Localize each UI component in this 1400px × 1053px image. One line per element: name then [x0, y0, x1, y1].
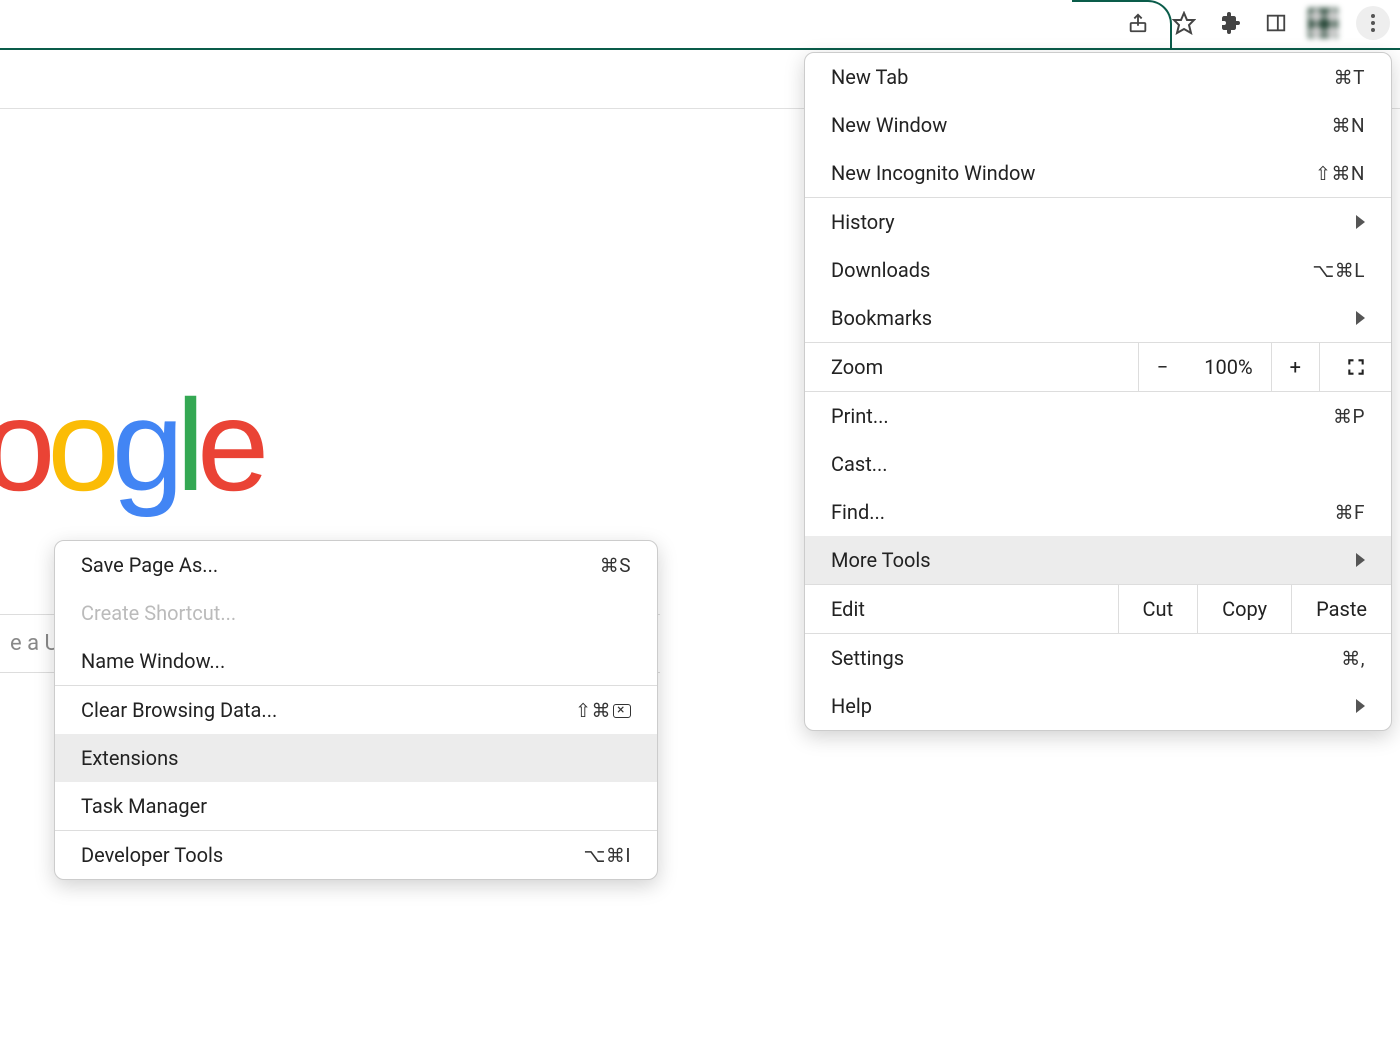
submenu-save-page[interactable]: Save Page As... ⌘S	[55, 541, 657, 589]
menu-shortcut: ⌘S	[600, 554, 631, 577]
menu-label: Bookmarks	[831, 306, 932, 330]
chevron-right-icon	[1356, 215, 1365, 229]
submenu-clear-browsing-data[interactable]: Clear Browsing Data... ⇧⌘	[55, 686, 657, 734]
submenu-developer-tools[interactable]: Developer Tools ⌥⌘I	[55, 831, 657, 879]
google-logo: Google	[0, 370, 261, 520]
menu-label: New Window	[831, 113, 947, 137]
zoom-out-button[interactable]: −	[1138, 343, 1186, 391]
menu-label: Cast...	[831, 452, 888, 476]
menu-zoom-label: Zoom	[805, 343, 1138, 391]
menu-label: Clear Browsing Data...	[81, 698, 277, 722]
edit-cut-button[interactable]: Cut	[1118, 585, 1198, 633]
menu-help[interactable]: Help	[805, 682, 1391, 730]
menu-settings[interactable]: Settings ⌘,	[805, 634, 1391, 682]
menu-shortcut: ⌘T	[1334, 66, 1365, 89]
menu-label: Create Shortcut...	[81, 601, 236, 625]
side-panel-icon[interactable]	[1262, 9, 1290, 37]
menu-edit-label: Edit	[805, 585, 1118, 633]
menu-label: Find...	[831, 500, 885, 524]
menu-print[interactable]: Print... ⌘P	[805, 392, 1391, 440]
menu-label: New Incognito Window	[831, 161, 1035, 185]
menu-shortcut: ⌘P	[1333, 405, 1365, 428]
chevron-right-icon	[1356, 699, 1365, 713]
menu-label: Help	[831, 694, 872, 718]
menu-label: Task Manager	[81, 794, 207, 818]
menu-shortcut: ⌥⌘L	[1312, 259, 1365, 282]
menu-cast[interactable]: Cast...	[805, 440, 1391, 488]
menu-label: Downloads	[831, 258, 930, 282]
menu-label: Developer Tools	[81, 843, 223, 867]
menu-more-tools[interactable]: More Tools	[805, 536, 1391, 584]
more-tools-submenu: Save Page As... ⌘S Create Shortcut... Na…	[54, 540, 658, 880]
menu-label: Save Page As...	[81, 553, 218, 577]
extensions-icon[interactable]	[1216, 9, 1244, 37]
share-icon[interactable]	[1124, 9, 1152, 37]
menu-shortcut: ⌥⌘I	[583, 844, 631, 867]
submenu-create-shortcut: Create Shortcut...	[55, 589, 657, 637]
menu-zoom-row: Zoom − 100% +	[805, 342, 1391, 392]
menu-label: Settings	[831, 646, 904, 670]
menu-new-tab[interactable]: New Tab ⌘T	[805, 53, 1391, 101]
menu-label: More Tools	[831, 548, 931, 572]
edit-paste-button[interactable]: Paste	[1291, 585, 1391, 633]
chevron-right-icon	[1356, 311, 1365, 325]
menu-shortcut: ⇧⌘	[575, 699, 631, 722]
menu-downloads[interactable]: Downloads ⌥⌘L	[805, 246, 1391, 294]
menu-shortcut: ⌘N	[1331, 114, 1365, 137]
zoom-value: 100%	[1186, 343, 1270, 391]
menu-new-window[interactable]: New Window ⌘N	[805, 101, 1391, 149]
submenu-name-window[interactable]: Name Window...	[55, 637, 657, 685]
menu-shortcut: ⌘,	[1341, 647, 1365, 670]
delete-icon	[613, 704, 631, 718]
menu-label: Name Window...	[81, 649, 225, 673]
fullscreen-button[interactable]	[1319, 343, 1391, 391]
menu-history[interactable]: History	[805, 198, 1391, 246]
menu-label: Extensions	[81, 746, 178, 770]
menu-new-incognito[interactable]: New Incognito Window ⇧⌘N	[805, 149, 1391, 197]
edit-copy-button[interactable]: Copy	[1197, 585, 1291, 633]
chrome-menu-button[interactable]	[1356, 6, 1390, 40]
chevron-right-icon	[1356, 553, 1365, 567]
submenu-extensions[interactable]: Extensions	[55, 734, 657, 782]
menu-shortcut: ⇧⌘N	[1315, 162, 1365, 185]
toolbar-icons	[1124, 6, 1390, 40]
star-icon[interactable]	[1170, 9, 1198, 37]
menu-edit-row: Edit Cut Copy Paste	[805, 584, 1391, 634]
toolbar-divider	[0, 48, 1400, 50]
menu-label: History	[831, 210, 895, 234]
zoom-in-button[interactable]: +	[1271, 343, 1319, 391]
menu-find[interactable]: Find... ⌘F	[805, 488, 1391, 536]
menu-shortcut: ⌘F	[1334, 501, 1365, 524]
menu-label: Print...	[831, 404, 889, 428]
menu-label: New Tab	[831, 65, 908, 89]
profile-avatar[interactable]	[1308, 8, 1338, 38]
chrome-main-menu: New Tab ⌘T New Window ⌘N New Incognito W…	[804, 52, 1392, 731]
menu-bookmarks[interactable]: Bookmarks	[805, 294, 1391, 342]
submenu-task-manager[interactable]: Task Manager	[55, 782, 657, 830]
